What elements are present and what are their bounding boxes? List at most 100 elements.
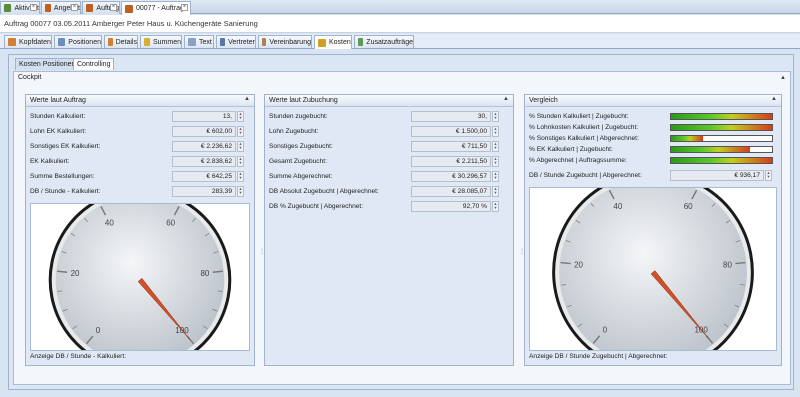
panel-title: Vergleich — [529, 97, 558, 104]
summe-bestellungen-field[interactable]: € 642,25 — [172, 171, 236, 182]
spin-buttons[interactable]: ▲ ▼ — [492, 156, 499, 167]
field-label: DB Absolut Zugebucht | Abgerechnet: — [269, 188, 379, 195]
collapse-icon[interactable]: ▲ — [771, 96, 777, 102]
panel-header: Werte laut Auftrag ▲ — [26, 95, 254, 107]
gauge-db-stunde-kalkuliert: 020406080100 — [30, 188, 250, 372]
tab-label: Kosten — [329, 39, 351, 46]
spin-buttons[interactable]: ▲ ▼ — [492, 171, 499, 182]
doc-tab-label: 00077 - Auftrag — [136, 5, 184, 12]
close-icon[interactable]: × — [110, 4, 117, 11]
gesamt-zugebucht-field[interactable]: € 2.211,50 — [411, 156, 491, 167]
stunden-zugebucht-field[interactable]: 30, — [411, 111, 491, 122]
gauge-tick-label: 80 — [200, 269, 209, 278]
tab-controlling[interactable]: Controlling — [73, 58, 115, 70]
gauge-db-stunde-zugebucht: 020406080100 — [529, 171, 777, 374]
gauge-tick-label: 60 — [166, 218, 175, 227]
splitter-handle[interactable]: ⋮ — [519, 248, 525, 255]
gauge-face — [559, 178, 747, 367]
spin-buttons[interactable]: ▲ ▼ — [492, 111, 499, 122]
tab-kosten[interactable]: Kosten — [314, 35, 352, 49]
summe-abgerechnet-field[interactable]: € 30.296,57 — [411, 171, 491, 182]
db-prozent-field[interactable]: 92,70 % — [411, 201, 491, 212]
spin-buttons[interactable]: ▲ ▼ — [492, 126, 499, 137]
field-label: Sonstiges EK Kalkuliert: — [30, 143, 101, 150]
db-absolut-field[interactable]: € 28.085,07 — [411, 186, 491, 197]
db-stunde-field[interactable]: 283,39 — [172, 186, 236, 197]
spin-buttons[interactable]: ▲ ▼ — [237, 156, 244, 167]
bar-label: % Sonstiges Kalkuliert | Abgerechnet: — [529, 135, 639, 142]
progress-bar — [670, 157, 773, 164]
document-icon — [86, 4, 94, 12]
close-icon[interactable]: × — [30, 4, 37, 11]
tab-label: Vereinbarung — [269, 38, 311, 46]
panel-werte-laut-auftrag: Werte laut Auftrag ▲ Stunden Kalkuliert:… — [25, 94, 255, 372]
progress-bar — [670, 146, 773, 153]
tab-zusatzauftraege[interactable]: Zusatzaufträge — [354, 35, 414, 48]
spin-buttons[interactable]: ▲ ▼ — [492, 186, 499, 197]
gauge-caption: Anzeige DB / Stunde - Kalkuliert: — [30, 353, 127, 360]
progress-fill — [671, 125, 772, 130]
spin-buttons[interactable]: ▲ ▼ — [237, 111, 244, 122]
gauge-tick-label: 60 — [684, 202, 693, 211]
tab-kosten-positionen[interactable]: Kosten Positionen — [15, 58, 80, 70]
tab-details[interactable]: Details — [104, 35, 138, 48]
tab-vertreter[interactable]: Vertreter — [216, 35, 256, 48]
progress-fill — [671, 158, 772, 163]
doc-tab-angebot[interactable]: Angebot × — [41, 1, 81, 14]
panel-title: Werte laut Auftrag — [30, 97, 86, 104]
pencil-icon — [8, 38, 16, 46]
spin-buttons[interactable]: ▲ ▼ — [765, 170, 772, 181]
close-icon[interactable]: × — [71, 4, 78, 11]
tab-label: Zusatzaufträge — [366, 38, 413, 46]
lohn-ek-field[interactable]: € 602,00 — [172, 126, 236, 137]
gauge-tick-label: 20 — [574, 260, 583, 269]
coins-icon — [318, 38, 326, 47]
stunden-kalkuliert-field[interactable]: 13, — [172, 111, 236, 122]
spin-buttons[interactable]: ▲ ▼ — [492, 201, 499, 212]
text-icon — [188, 38, 196, 46]
sonstiges-ek-field[interactable]: € 2.236,62 — [172, 141, 236, 152]
sum-icon — [144, 38, 150, 46]
list-icon — [58, 38, 66, 46]
panel-header: Werte laut Zubuchung ▲ — [265, 95, 513, 107]
tab-kopfdaten[interactable]: Kopfdaten — [4, 35, 52, 48]
ek-kalkuliert-field[interactable]: € 2.838,62 — [172, 156, 236, 167]
sonstiges-zugebucht-field[interactable]: € 711,50 — [411, 141, 491, 152]
close-icon[interactable]: × — [181, 4, 188, 11]
spin-buttons[interactable]: ▲ ▼ — [237, 171, 244, 182]
handshake-icon — [262, 38, 267, 46]
lohn-zugebucht-field[interactable]: € 1.500,00 — [411, 126, 491, 137]
bar-label: % Stunden Kalkuliert | Zugebucht: — [529, 113, 629, 120]
cockpit-group: Cockpit ▲ Werte laut Auftrag ▲ Stunden K… — [13, 71, 791, 385]
spin-buttons[interactable]: ▲ ▼ — [237, 126, 244, 137]
doc-tab-aktivitaet[interactable]: Aktivität × — [0, 1, 40, 14]
splitter-handle[interactable]: ⋮ — [259, 248, 265, 255]
panel-title: Werte laut Zubuchung — [269, 97, 338, 104]
field-label: Gesamt Zugebucht: — [269, 158, 327, 165]
progress-bar — [670, 135, 773, 142]
doc-tab-00077-auftrag[interactable]: 00077 - Auftrag × — [121, 1, 191, 15]
collapse-icon[interactable]: ▲ — [244, 96, 250, 102]
cockpit-title: Cockpit — [18, 74, 42, 81]
collapse-icon[interactable]: ▲ — [503, 96, 509, 102]
gauge-tick-label: 40 — [613, 202, 622, 211]
field-label: DB % Zugebucht | Abgerechnet: — [269, 203, 364, 210]
bar-label: % EK Kalkuliert | Zugebucht: — [529, 146, 613, 153]
collapse-icon[interactable]: ▲ — [780, 75, 786, 81]
panel-header: Vergleich ▲ — [525, 95, 781, 107]
tab-text[interactable]: Text — [184, 35, 214, 48]
field-label: DB / Stunde - Kalkuliert: — [30, 188, 101, 195]
spin-buttons[interactable]: ▲ ▼ — [237, 186, 244, 197]
progress-bar — [670, 124, 773, 131]
tab-vereinbarung[interactable]: Vereinbarung — [258, 35, 312, 48]
db-stunde-zugebucht-field[interactable]: € 936,17 — [670, 170, 764, 181]
spin-buttons[interactable]: ▲ ▼ — [237, 141, 244, 152]
tab-positionen[interactable]: Positionen — [54, 35, 102, 48]
tab-label: Kopfdaten — [19, 38, 51, 46]
field-label: Sonstiges Zugebucht: — [269, 143, 333, 150]
content-area: Kosten Positionen Controlling Cockpit ▲ … — [8, 54, 794, 390]
progress-fill — [671, 114, 772, 119]
doc-tab-auftrag[interactable]: Auftrag × — [82, 1, 120, 14]
spin-buttons[interactable]: ▲ ▼ — [492, 141, 499, 152]
tab-summen[interactable]: Summen — [140, 35, 182, 48]
